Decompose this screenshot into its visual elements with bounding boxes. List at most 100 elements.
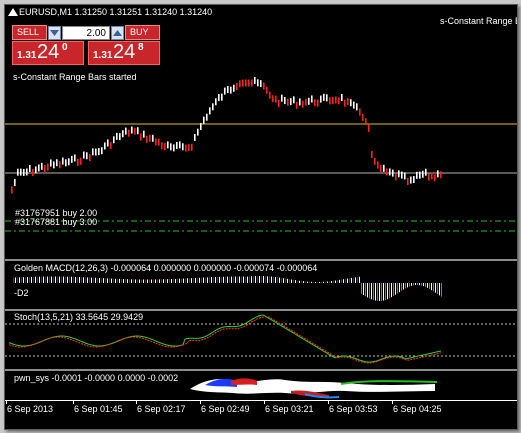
macd-bar xyxy=(337,280,338,283)
macd-bar xyxy=(13,277,14,283)
price-bar xyxy=(290,98,292,106)
macd-bar xyxy=(351,277,352,283)
macd-bar xyxy=(121,278,122,283)
price-bar xyxy=(320,95,322,103)
macd-bar xyxy=(43,276,44,283)
price-bar xyxy=(410,176,412,184)
buy-button[interactable]: BUY xyxy=(125,25,160,40)
price-bar xyxy=(404,172,406,180)
macd-bar xyxy=(233,276,234,283)
price-bar xyxy=(308,97,310,105)
macd-bar xyxy=(179,278,180,283)
macd-bar xyxy=(89,277,90,283)
sell-price[interactable]: 1.31 24 0 xyxy=(12,41,84,65)
sell-button[interactable]: SELL xyxy=(12,25,47,40)
price-bar xyxy=(368,124,370,132)
price-bar xyxy=(89,154,91,162)
macd-bar xyxy=(279,277,280,283)
macd-bar xyxy=(319,281,320,283)
stoch-label: Stoch(13,5,21) 33.5645 29.9429 xyxy=(14,312,144,322)
macd-bar xyxy=(65,276,66,283)
macd-bar xyxy=(117,278,118,283)
price-bar xyxy=(221,93,223,101)
price-bar xyxy=(26,168,28,176)
price-bar xyxy=(281,94,283,102)
price-bar xyxy=(53,161,55,169)
price-bar xyxy=(284,97,286,105)
macd-bar xyxy=(311,281,312,283)
macd-bar xyxy=(265,276,266,283)
macd-bar xyxy=(227,276,228,283)
macd-bar xyxy=(231,276,232,283)
macd-bar xyxy=(301,281,302,283)
macd-bar xyxy=(433,283,434,292)
price-bar xyxy=(224,87,226,95)
macd-bar xyxy=(131,279,132,283)
price-bar xyxy=(230,86,232,94)
chart-window[interactable]: EURUSD,M1 1.31250 1.31251 1.31240 1.3124… xyxy=(4,4,518,430)
price-bar xyxy=(377,161,379,169)
macd-bar xyxy=(263,276,264,283)
macd-bar xyxy=(307,281,308,283)
price-bar xyxy=(125,127,127,135)
macd-bar xyxy=(219,276,220,283)
macd-bar xyxy=(441,283,442,297)
macd-bar xyxy=(147,279,148,283)
macd-bar xyxy=(101,278,102,283)
price-bar xyxy=(56,159,58,167)
price-chart[interactable] xyxy=(5,65,517,259)
macd-bar xyxy=(397,283,398,294)
price-bar xyxy=(329,97,331,105)
macd-bar xyxy=(277,277,278,283)
price-bar xyxy=(374,157,376,165)
price-bar xyxy=(428,173,430,181)
time-label: 6 Sep 03:21 xyxy=(265,404,314,414)
macd-bar xyxy=(137,279,138,283)
macd-bar xyxy=(371,283,372,300)
chevron-down-icon xyxy=(50,30,59,36)
macd-bar xyxy=(39,276,40,283)
buy-price[interactable]: 1.31 24 8 xyxy=(88,41,160,65)
price-bar xyxy=(206,113,208,121)
macd-bar xyxy=(221,276,222,283)
price-bar xyxy=(98,148,100,156)
macd-bar xyxy=(141,279,142,283)
price-bar xyxy=(302,100,304,108)
macd-bar xyxy=(293,279,294,283)
price-bar xyxy=(239,80,241,88)
macd-bar xyxy=(17,277,18,283)
macd-bar xyxy=(37,276,38,283)
price-bar xyxy=(32,168,34,176)
lot-increase-button[interactable] xyxy=(111,26,124,40)
macd-bar xyxy=(187,278,188,283)
macd-bar xyxy=(91,277,92,283)
macd-bar xyxy=(269,276,270,283)
price-bar xyxy=(386,168,388,176)
macd-bar xyxy=(133,279,134,283)
macd-bar xyxy=(135,279,136,283)
macd-bar xyxy=(97,277,98,283)
macd-bar xyxy=(381,283,382,301)
macd-bar xyxy=(241,276,242,283)
price-bar xyxy=(68,158,70,166)
price-bar xyxy=(233,84,235,92)
lot-size-input[interactable] xyxy=(62,26,110,40)
price-bar xyxy=(143,130,145,138)
macd-bar xyxy=(395,283,396,295)
macd-bar xyxy=(111,278,112,283)
macd-bar xyxy=(245,276,246,283)
macd-bar xyxy=(247,276,248,283)
macd-bar xyxy=(345,278,346,283)
lot-decrease-button[interactable] xyxy=(48,26,61,40)
macd-bar xyxy=(281,277,282,283)
price-bar xyxy=(176,141,178,149)
macd-bar xyxy=(25,277,26,283)
price-bar xyxy=(278,100,280,108)
macd-bar xyxy=(427,283,428,288)
price-bar xyxy=(173,144,175,152)
macd-bar xyxy=(77,276,78,283)
macd-bar xyxy=(93,277,94,283)
price-bar xyxy=(155,138,157,146)
macd-bar xyxy=(143,279,144,283)
price-bar xyxy=(431,172,433,180)
